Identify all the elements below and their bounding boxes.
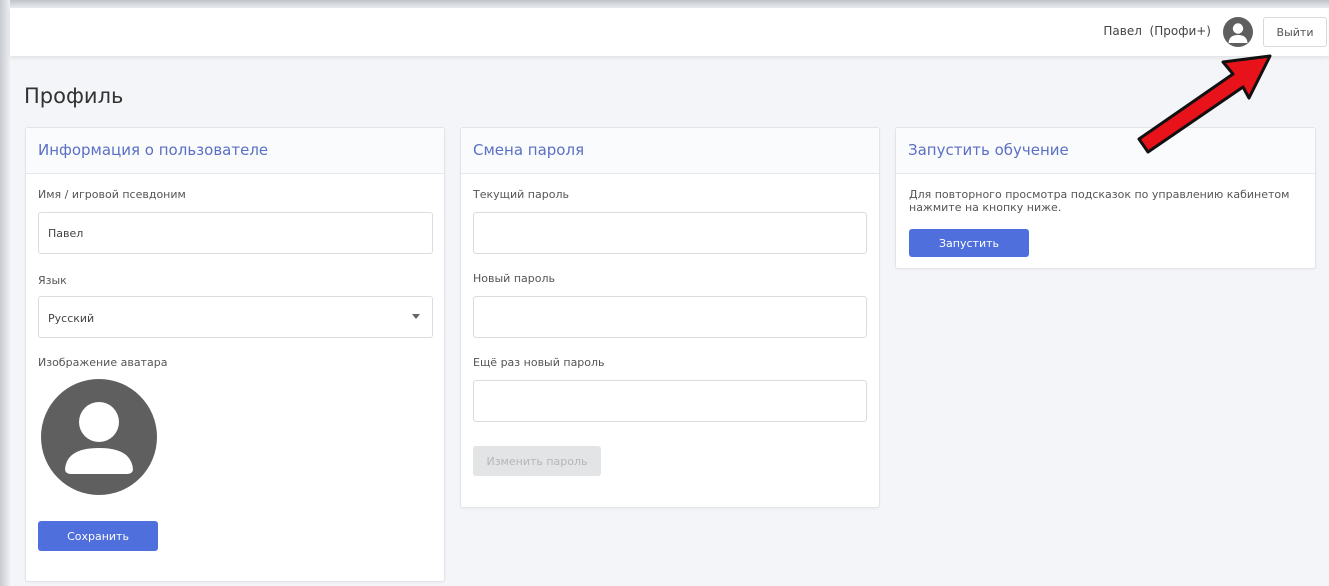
user-info-card-title: Информация о пользователе	[26, 128, 444, 174]
name-label: Имя / игровой псевдоним	[38, 188, 186, 201]
save-button[interactable]: Сохранить	[38, 521, 158, 551]
language-label: Язык	[38, 274, 67, 287]
top-header: Павел (Профи+) Выйти	[10, 8, 1329, 56]
current-password-label: Текущий пароль	[473, 188, 569, 201]
tutorial-hint-text: Для повторного просмотра подсказок по уп…	[909, 188, 1290, 214]
new-password-input[interactable]	[473, 296, 867, 338]
language-select[interactable]: Русский	[38, 296, 433, 338]
annotation-arrow-icon	[1137, 54, 1272, 154]
language-selected-value: Русский	[48, 312, 95, 325]
user-plan: (Профи+)	[1149, 24, 1211, 38]
user-name: Павел	[1103, 24, 1142, 38]
page-title: Профиль	[24, 84, 124, 108]
password-card: Смена пароля Текущий пароль Новый пароль…	[460, 127, 880, 508]
current-password-input[interactable]	[473, 212, 867, 254]
avatar-image-icon[interactable]	[41, 379, 157, 495]
repeat-password-label: Ещё раз новый пароль	[473, 356, 605, 369]
avatar-label: Изображение аватара	[38, 356, 168, 369]
window-frame-top	[0, 0, 1329, 8]
user-name-label: Павел (Профи+)	[1103, 24, 1211, 38]
start-tutorial-button[interactable]: Запустить	[909, 229, 1029, 257]
chevron-down-icon	[412, 314, 420, 319]
repeat-password-input[interactable]	[473, 380, 867, 422]
window-frame-left	[0, 0, 10, 586]
change-password-button[interactable]: Изменить пароль	[473, 446, 601, 476]
user-info-card: Информация о пользователе Имя / игровой …	[25, 127, 445, 582]
new-password-label: Новый пароль	[473, 272, 555, 285]
logout-button[interactable]: Выйти	[1263, 17, 1327, 47]
user-avatar-icon[interactable]	[1223, 17, 1253, 47]
name-input[interactable]	[38, 212, 433, 254]
password-card-title: Смена пароля	[461, 128, 879, 174]
